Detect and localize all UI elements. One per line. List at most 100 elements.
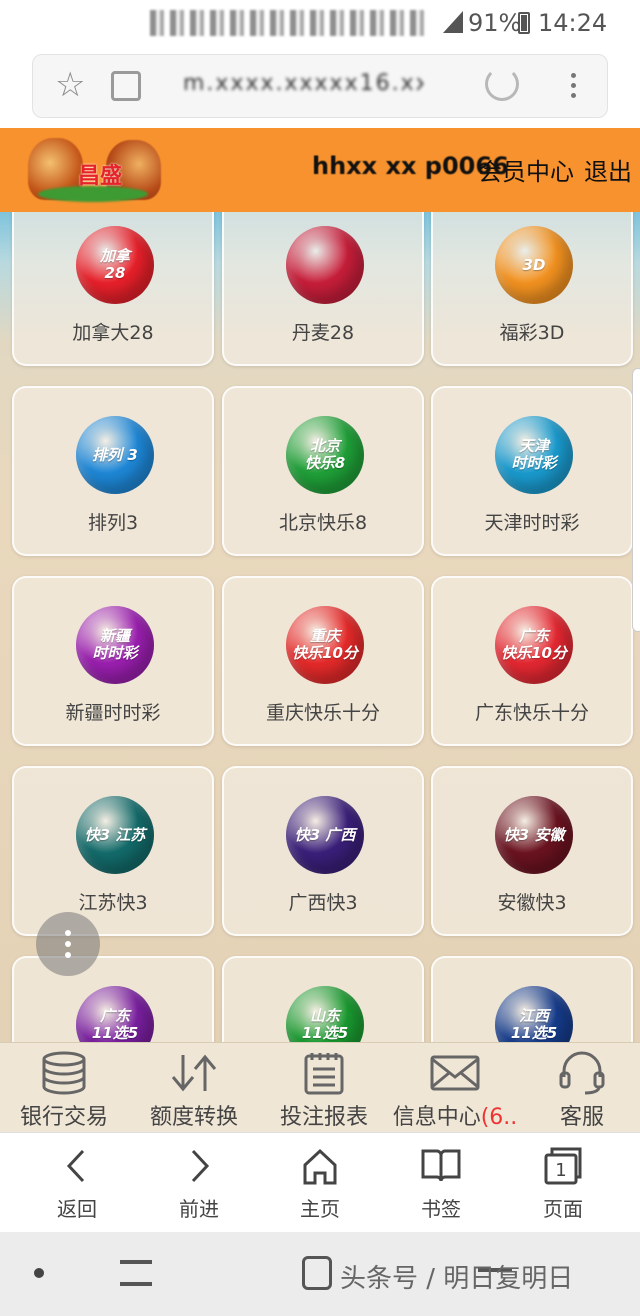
- android-nav-bar: 头条号 / 明日复明日: [0, 1232, 640, 1316]
- lottery-grid: 加拿 28 加拿大28 丹麦28 3D 福彩3D 排列 3 排列3 北京 快乐8 北京快乐8 天津…: [0, 212, 640, 1042]
- watermark: 头条号 / 明日复明日: [340, 1264, 574, 1294]
- lottery-logo-icon: 快3 广西: [286, 796, 364, 874]
- lottery-tile-label: 加拿大28: [72, 322, 154, 344]
- browser-bottom-bar: 返回 前进 主页 书签 1 页面: [0, 1132, 640, 1232]
- credit-transfer-label: 额度转换: [149, 1105, 238, 1130]
- lottery-tile-label: 广西快3: [288, 892, 358, 914]
- logout-link[interactable]: 退出: [584, 152, 632, 187]
- lottery-tile[interactable]: 广东 快乐10分 广东快乐十分: [431, 576, 633, 746]
- message-count-badge: (6..: [480, 1105, 518, 1130]
- tabs-label: 页面: [543, 1197, 583, 1221]
- lottery-tile[interactable]: 重庆 快乐10分重庆快乐十分: [222, 576, 424, 746]
- clock: 14:24: [538, 9, 608, 37]
- lottery-logo-icon: 快3 江苏: [76, 796, 154, 874]
- notification-icons-blurred: [150, 10, 430, 36]
- coins-icon: [42, 1051, 86, 1095]
- customer-service-button[interactable]: 客服: [540, 1051, 624, 1131]
- lottery-tile[interactable]: 3D 福彩3D: [431, 212, 633, 366]
- headset-icon: [559, 1051, 605, 1095]
- username: hhxx xx p0066: [312, 152, 509, 180]
- logo-text: 昌盛: [77, 164, 122, 189]
- home-button[interactable]: 主页: [265, 1143, 375, 1229]
- message-center-button[interactable]: 信息中心(6..: [388, 1051, 522, 1131]
- floating-menu-button[interactable]: [36, 912, 100, 976]
- lottery-tile[interactable]: 快3 广西广西快3: [222, 766, 424, 936]
- nav-dot-icon[interactable]: [34, 1268, 44, 1278]
- lottery-logo-text: 快3 安徽: [503, 825, 565, 844]
- bet-report-label: 投注报表: [279, 1105, 368, 1130]
- envelope-icon: [430, 1055, 480, 1091]
- lottery-tile[interactable]: 山东 11选5: [222, 956, 424, 1042]
- lottery-logo-text: 江西 11选5: [510, 1007, 558, 1042]
- transfer-arrows-icon: [171, 1054, 217, 1092]
- credit-transfer-button[interactable]: 额度转换: [144, 1051, 244, 1131]
- lottery-tile[interactable]: 北京 快乐8 北京快乐8: [222, 386, 424, 556]
- bet-report-button[interactable]: 投注报表: [274, 1051, 374, 1131]
- lottery-logo-text: 加拿 28: [99, 247, 130, 282]
- address-bar[interactable]: ☆ m.xxxx.xxxxx16.xxx: [32, 54, 608, 118]
- lottery-logo-icon: 排列 3: [76, 416, 154, 494]
- battery-percent: 91%: [468, 9, 522, 37]
- recent-apps-icon[interactable]: [120, 1260, 152, 1286]
- lottery-tile[interactable]: 排列 3 排列3: [12, 386, 214, 556]
- lottery-tile-label: 排列3: [87, 512, 139, 534]
- lottery-logo-icon: 重庆 快乐10分: [286, 606, 364, 684]
- lottery-logo-icon: 广东 快乐10分: [495, 606, 573, 684]
- lottery-logo-text: 广东 快乐10分: [501, 627, 567, 662]
- tabs-icon: 1: [544, 1147, 582, 1185]
- bookmark-label: 书签: [421, 1197, 461, 1221]
- report-icon: [304, 1053, 344, 1095]
- forward-label: 前进: [179, 1197, 219, 1221]
- lottery-tile[interactable]: 加拿 28 加拿大28: [12, 212, 214, 366]
- bank-transaction-label: 银行交易: [19, 1105, 108, 1130]
- lottery-logo-icon: 广东 11选5: [76, 986, 154, 1042]
- lottery-logo-text: 重庆 快乐10分: [292, 627, 358, 662]
- android-home-icon[interactable]: [302, 1256, 332, 1290]
- bank-transaction-button[interactable]: 银行交易: [14, 1051, 114, 1131]
- lottery-logo-text: 天津 时时彩: [511, 437, 557, 472]
- site-logo[interactable]: 昌盛: [28, 134, 163, 206]
- lottery-logo-text: 新疆 时时彩: [92, 627, 138, 662]
- back-label: 返回: [57, 1197, 97, 1221]
- scroll-handle[interactable]: [632, 368, 640, 632]
- reload-icon[interactable]: [485, 67, 519, 101]
- lottery-logo-icon: 3D: [495, 226, 573, 304]
- url-text[interactable]: m.xxxx.xxxxx16.xxx: [183, 71, 423, 101]
- tabs-button[interactable]: 1 页面: [508, 1143, 618, 1229]
- lottery-logo-text: 快3 广西: [294, 825, 356, 844]
- more-icon[interactable]: [563, 61, 583, 109]
- phone-screen: 91% 14:24 ☆ m.xxxx.xxxxx16.xxx 昌盛 hhxx x…: [0, 0, 640, 1316]
- home-icon: [303, 1148, 337, 1185]
- lottery-tile[interactable]: 江西 11选5: [431, 956, 633, 1042]
- lottery-logo-icon: 新疆 时时彩: [76, 606, 154, 684]
- lottery-tile-label: 安徽快3: [497, 892, 567, 914]
- lottery-logo-text: 北京 快乐8: [304, 437, 346, 472]
- lottery-tile-label: 天津时时彩: [484, 512, 580, 534]
- lottery-tile[interactable]: 天津 时时彩天津时时彩: [431, 386, 633, 556]
- bookmark-button[interactable]: 书签: [386, 1143, 496, 1229]
- lottery-tile[interactable]: 新疆 时时彩 新疆时时彩: [12, 576, 214, 746]
- forward-button[interactable]: 前进: [144, 1143, 254, 1229]
- lottery-tile[interactable]: 快3 江苏江苏快3: [12, 766, 214, 936]
- browser-toolbar: ☆ m.xxxx.xxxxx16.xxx: [0, 46, 640, 130]
- lottery-tile[interactable]: 广东 11选5: [12, 956, 214, 1042]
- lottery-logo-icon: [286, 226, 364, 304]
- forward-icon: [191, 1149, 210, 1183]
- lottery-tile-label: 福彩3D: [499, 322, 565, 344]
- lottery-tile[interactable]: 快3 安徽安徽快3: [431, 766, 633, 936]
- status-bar: 91% 14:24: [0, 0, 640, 46]
- site-bottom-toolbar: 银行交易 额度转换 投注报表 信息中心(6.. 客服: [0, 1042, 640, 1132]
- member-center-link[interactable]: 会员中心: [478, 152, 574, 187]
- back-button[interactable]: 返回: [22, 1143, 132, 1229]
- lottery-tile-label: 重庆快乐十分: [265, 702, 380, 724]
- star-icon[interactable]: ☆: [55, 65, 85, 105]
- back-icon: [66, 1149, 85, 1183]
- lottery-logo-text: 3D: [522, 255, 546, 274]
- lottery-tile-label: 丹麦28: [291, 322, 355, 344]
- page-info-icon[interactable]: [111, 71, 141, 101]
- bookmark-icon: [421, 1149, 461, 1182]
- message-center-text: 信息中心: [392, 1105, 481, 1130]
- lottery-tile-label: 江苏快3: [78, 892, 148, 914]
- lottery-tile[interactable]: 丹麦28: [222, 212, 424, 366]
- lottery-logo-text: [286, 226, 364, 304]
